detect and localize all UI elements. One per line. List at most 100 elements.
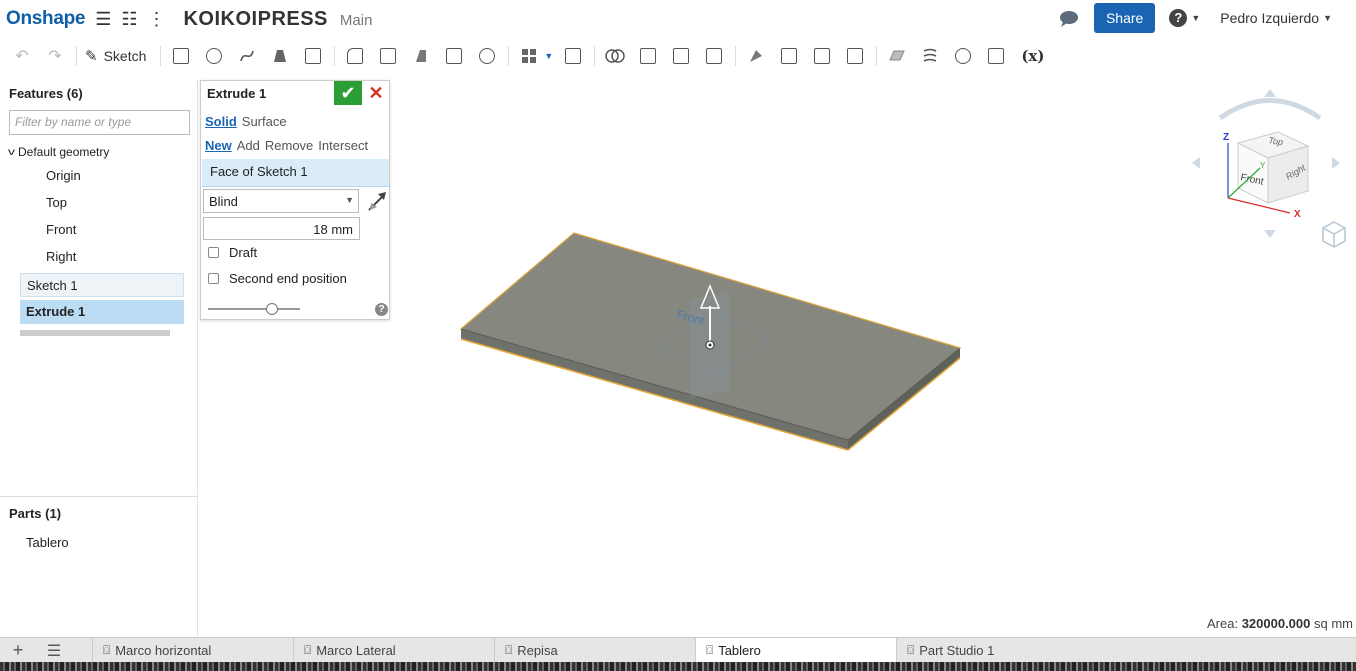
tree-item-right-plane[interactable]: Right bbox=[46, 243, 197, 270]
toolbar-separator bbox=[876, 46, 878, 66]
solid-option[interactable]: Solid bbox=[205, 114, 237, 129]
chamfer-icon[interactable] bbox=[376, 44, 400, 68]
mirror-icon[interactable] bbox=[561, 44, 585, 68]
tree-item-origin[interactable]: Origin bbox=[46, 162, 197, 189]
tab-marco-lateral[interactable]: ⌼ Marco Lateral bbox=[293, 638, 494, 663]
view-cube[interactable]: Top Front Right Z X Y bbox=[1190, 88, 1350, 238]
user-dropdown-icon[interactable]: ▼ bbox=[1323, 13, 1332, 23]
draft-checkbox[interactable] bbox=[208, 247, 219, 258]
tab-marco-horizontal[interactable]: ⌼ Marco horizontal bbox=[92, 638, 293, 663]
extrude-icon[interactable] bbox=[169, 44, 193, 68]
arrow-right-icon bbox=[1332, 157, 1340, 169]
desktop-background-strip bbox=[0, 662, 1356, 671]
loft-icon[interactable] bbox=[268, 44, 292, 68]
default-geometry-group[interactable]: v Default geometry bbox=[8, 145, 197, 159]
branch-name[interactable]: Main bbox=[340, 12, 373, 29]
pattern-dropdown-icon[interactable]: ▼ bbox=[544, 51, 553, 61]
feature-item-sketch-1[interactable]: Sketch 1 bbox=[20, 273, 184, 297]
variable-icon[interactable]: (x) bbox=[1021, 47, 1044, 65]
derived-icon[interactable] bbox=[984, 44, 1008, 68]
second-end-checkbox[interactable] bbox=[208, 273, 219, 284]
view-mode-icon[interactable] bbox=[1320, 219, 1348, 249]
tab-label: Part Studio 1 bbox=[919, 643, 995, 658]
tree-item-top-plane[interactable]: Top bbox=[46, 189, 197, 216]
end-type-value: Blind bbox=[209, 194, 238, 209]
sketch-button[interactable]: ✎ Sketch bbox=[85, 47, 146, 65]
document-title[interactable]: KOIKOIPRESS bbox=[183, 8, 327, 31]
area-value: 320000.000 bbox=[1241, 616, 1311, 631]
top-bar: Onshape ☰ ☷ ⋮ KOIKOIPRESS Main Share ? ▼… bbox=[0, 0, 1356, 38]
chevron-down-icon[interactable]: v bbox=[8, 147, 15, 158]
accept-button[interactable]: ✔ bbox=[334, 81, 362, 105]
delete-face-icon[interactable] bbox=[777, 44, 801, 68]
fillet-icon[interactable] bbox=[343, 44, 367, 68]
depth-input[interactable]: 18 mm bbox=[203, 217, 360, 240]
move-face-icon[interactable] bbox=[810, 44, 834, 68]
part-studio-icon: ⌼ bbox=[505, 643, 513, 657]
plane-icon[interactable] bbox=[885, 44, 909, 68]
comment-icon[interactable] bbox=[1058, 10, 1080, 27]
modify-fillet-icon[interactable] bbox=[744, 44, 768, 68]
redo-icon[interactable]: ↷ bbox=[43, 44, 67, 68]
share-button[interactable]: Share bbox=[1093, 3, 1156, 33]
hole-icon[interactable] bbox=[475, 44, 499, 68]
second-end-row[interactable]: Second end position bbox=[208, 271, 347, 286]
undo-icon[interactable]: ↶ bbox=[10, 44, 34, 68]
boolean-icon[interactable] bbox=[603, 44, 627, 68]
operation-row: New Add Remove Intersect bbox=[205, 138, 373, 153]
mate-connector-icon[interactable] bbox=[951, 44, 975, 68]
help-dropdown-icon[interactable]: ▼ bbox=[1191, 13, 1200, 23]
measurement-readout: Area: 320000.000 sq mm bbox=[1207, 616, 1353, 631]
document-tab-bar: + ☰ ⌼ Marco horizontal ⌼ Marco Lateral ⌼… bbox=[0, 637, 1356, 663]
dialog-help-icon[interactable]: ? bbox=[375, 303, 388, 316]
draft-label: Draft bbox=[229, 245, 258, 260]
replace-face-icon[interactable] bbox=[843, 44, 867, 68]
shell-icon[interactable] bbox=[442, 44, 466, 68]
transform-icon[interactable] bbox=[669, 44, 693, 68]
menu-icon[interactable]: ☰ bbox=[95, 9, 111, 30]
flip-direction-icon[interactable] bbox=[366, 189, 388, 213]
toolbar-separator bbox=[735, 46, 737, 66]
feature-list-icon[interactable]: ☷ bbox=[121, 9, 137, 30]
delete-part-icon[interactable] bbox=[702, 44, 726, 68]
new-option[interactable]: New bbox=[205, 138, 232, 153]
tab-list-icon[interactable]: ☰ bbox=[36, 638, 72, 663]
graphics-viewport[interactable]: Front bbox=[400, 200, 980, 470]
selection-field[interactable]: Face of Sketch 1 bbox=[202, 159, 389, 187]
onshape-logo[interactable]: Onshape bbox=[6, 8, 86, 30]
split-icon[interactable] bbox=[636, 44, 660, 68]
draft-row[interactable]: Draft bbox=[208, 245, 257, 260]
sweep-icon[interactable] bbox=[235, 44, 259, 68]
part-item-tablero[interactable]: Tablero bbox=[26, 535, 197, 550]
add-option[interactable]: Add bbox=[237, 138, 260, 153]
revolve-icon[interactable] bbox=[202, 44, 226, 68]
toolbar-separator bbox=[594, 46, 596, 66]
tab-label: Repisa bbox=[517, 643, 558, 658]
helix-icon[interactable] bbox=[918, 44, 942, 68]
add-tab-icon[interactable]: + bbox=[0, 638, 36, 663]
tree-item-front-plane[interactable]: Front bbox=[46, 216, 197, 243]
draft-icon[interactable] bbox=[409, 44, 433, 68]
tab-repisa[interactable]: ⌼ Repisa bbox=[494, 638, 695, 663]
end-type-select[interactable]: Blind ▼ bbox=[203, 189, 359, 213]
insert-icon[interactable]: ⋮ bbox=[147, 9, 165, 30]
preview-slider[interactable] bbox=[208, 303, 300, 315]
arrow-up-icon bbox=[1264, 89, 1276, 97]
select-arrow-icon: ▼ bbox=[345, 195, 354, 205]
remove-option[interactable]: Remove bbox=[265, 138, 313, 153]
feature-list-scrollbar[interactable] bbox=[20, 330, 170, 336]
help-icon[interactable]: ? bbox=[1169, 9, 1188, 27]
intersect-option[interactable]: Intersect bbox=[318, 138, 368, 153]
thicken-icon[interactable] bbox=[301, 44, 325, 68]
top-right-controls: Share ? ▼ Pedro Izquierdo ▼ bbox=[1058, 3, 1332, 33]
user-menu[interactable]: Pedro Izquierdo bbox=[1220, 10, 1319, 26]
tab-label: Marco horizontal bbox=[115, 643, 212, 658]
surface-option[interactable]: Surface bbox=[242, 114, 287, 129]
feature-filter-input[interactable]: Filter by name or type bbox=[9, 110, 190, 135]
feature-item-extrude-1[interactable]: Extrude 1 bbox=[20, 300, 184, 324]
tab-tablero[interactable]: ⌼ Tablero bbox=[695, 638, 896, 663]
slider-knob[interactable] bbox=[266, 303, 278, 315]
pattern-icon[interactable] bbox=[517, 44, 541, 68]
cancel-button[interactable]: ✕ bbox=[366, 82, 386, 104]
tab-part-studio-1[interactable]: ⌼ Part Studio 1 bbox=[896, 638, 1097, 663]
